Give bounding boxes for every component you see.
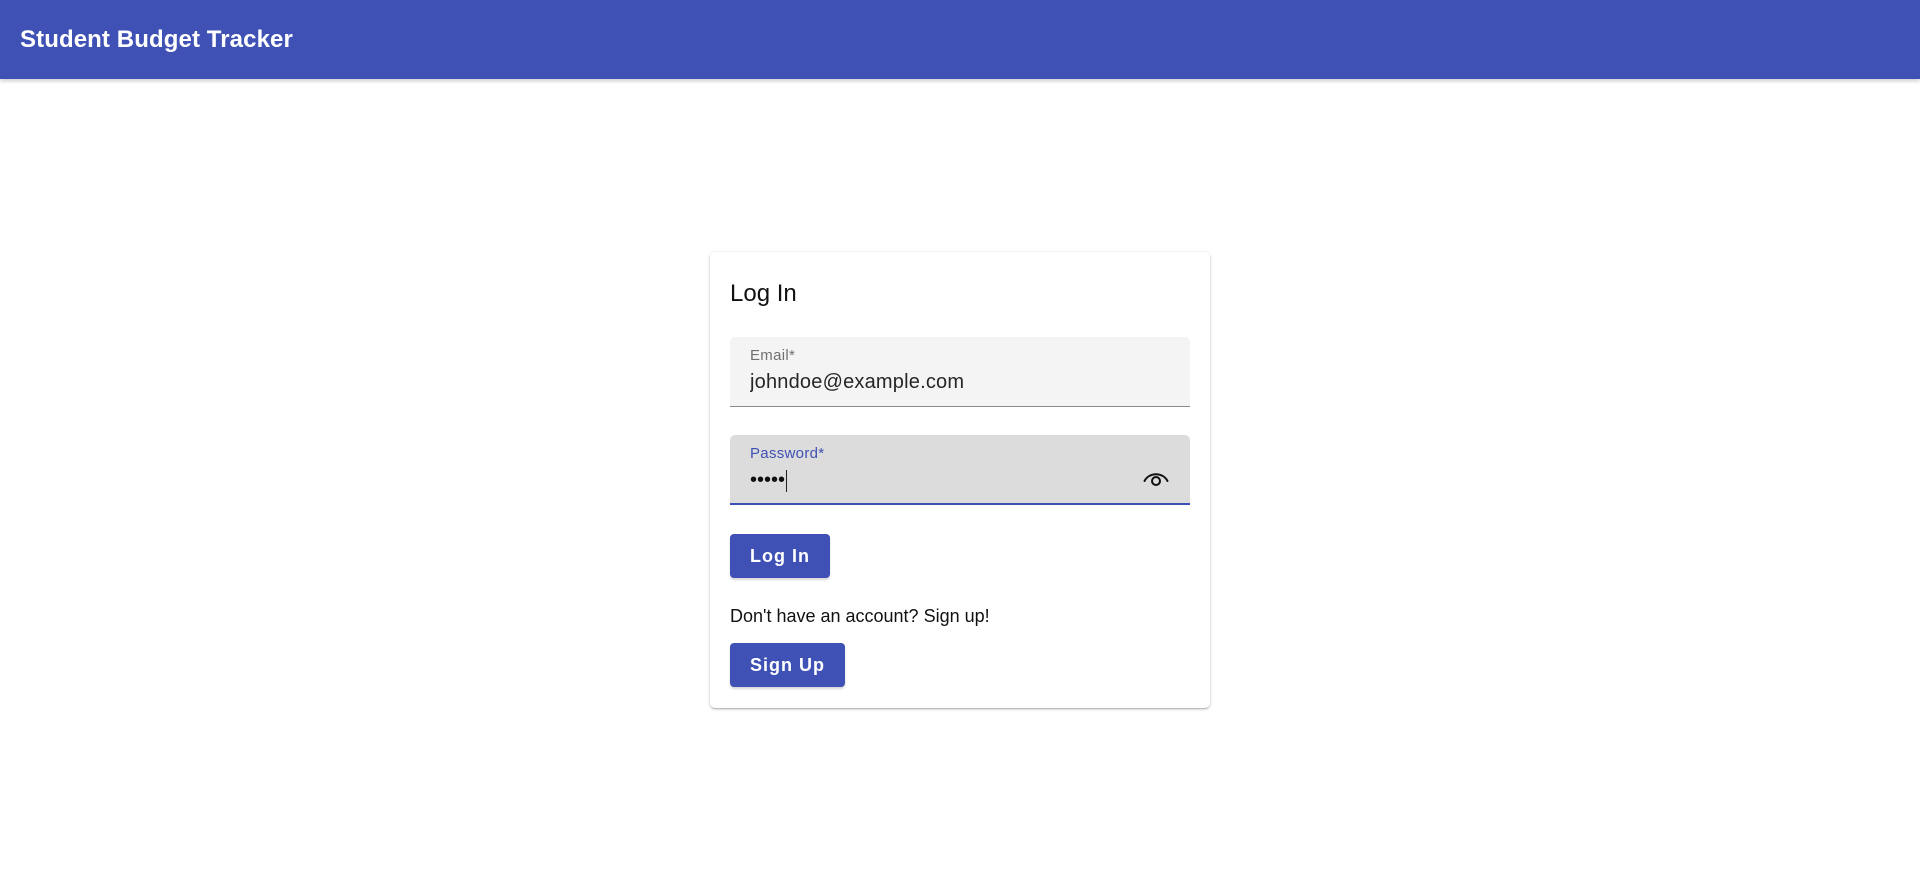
password-label: Password* [750, 445, 825, 462]
app-bar: Student Budget Tracker [0, 0, 1920, 79]
login-button[interactable]: Log In [730, 534, 830, 578]
text-caret [786, 469, 788, 492]
eye-icon[interactable] [1142, 467, 1170, 489]
password-masked-value: ••••• [750, 469, 786, 491]
email-label: Email* [750, 347, 796, 364]
card-title: Log In [730, 280, 797, 307]
email-field[interactable]: Email* [730, 337, 1190, 407]
email-input[interactable] [750, 371, 1130, 394]
signup-button[interactable]: Sign Up [730, 643, 845, 687]
password-field[interactable]: Password* ••••• [730, 435, 1190, 505]
password-input[interactable]: ••••• [750, 468, 788, 492]
login-card: Log In Email* Password* ••••• Log In Don… [710, 252, 1210, 708]
signup-prompt: Don't have an account? Sign up! [730, 606, 990, 626]
app-title: Student Budget Tracker [20, 25, 293, 53]
